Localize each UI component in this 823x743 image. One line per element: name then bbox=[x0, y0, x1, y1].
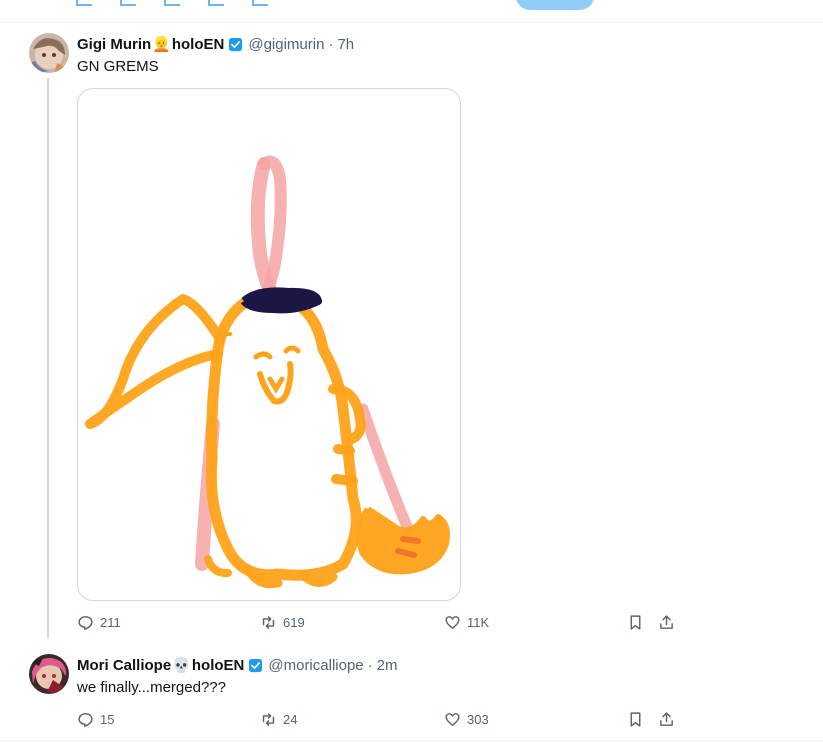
retweet-button[interactable]: 619 bbox=[260, 614, 305, 631]
bookmark-icon bbox=[630, 712, 641, 727]
retweet-icon bbox=[262, 616, 275, 629]
like-count: 11K bbox=[467, 615, 490, 630]
bookmark-button[interactable] bbox=[627, 711, 644, 731]
tweet-actions: 211 619 11K bbox=[77, 614, 677, 634]
tweet-text: we finally...merged??? bbox=[77, 679, 226, 696]
avatar[interactable] bbox=[29, 654, 69, 694]
share-icon bbox=[660, 712, 673, 726]
like-count: 303 bbox=[467, 712, 489, 727]
toolbar-icon[interactable] bbox=[208, 0, 224, 6]
bookmark-button[interactable] bbox=[627, 614, 644, 634]
drawing-illustration bbox=[85, 155, 450, 589]
tweet-header: Gigi Murin 👱 holoEN @gigimurin · 7h bbox=[77, 35, 354, 54]
display-name-suffix[interactable]: holoEN bbox=[172, 36, 225, 53]
previous-tweet-toolbar bbox=[76, 0, 268, 6]
handle[interactable]: @gigimurin bbox=[248, 36, 324, 53]
display-name-suffix[interactable]: holoEN bbox=[192, 657, 245, 674]
verified-badge-icon bbox=[249, 658, 263, 672]
reply-count: 211 bbox=[100, 615, 121, 630]
name-emoji: 💀 bbox=[172, 657, 191, 674]
separator-dot: · bbox=[328, 35, 334, 53]
toolbar-icon[interactable] bbox=[76, 0, 92, 6]
share-button[interactable] bbox=[658, 614, 675, 634]
share-icon bbox=[660, 615, 673, 629]
tweet-text: GN GREMS bbox=[77, 58, 159, 75]
separator-dot: · bbox=[367, 656, 373, 674]
verified-badge-icon bbox=[229, 37, 243, 51]
retweet-count: 24 bbox=[283, 712, 298, 727]
retweet-button[interactable]: 24 bbox=[260, 711, 297, 728]
toolbar-icon[interactable] bbox=[120, 0, 136, 6]
like-button[interactable]: 11K bbox=[444, 614, 489, 631]
reply-icon bbox=[78, 616, 93, 630]
tweet-header: Mori Calliope 💀 holoEN @moricalliope · 2… bbox=[77, 656, 398, 675]
display-name[interactable]: Gigi Murin bbox=[77, 36, 151, 53]
toolbar-icon[interactable] bbox=[252, 0, 268, 6]
tweet-image-drawing[interactable] bbox=[77, 88, 461, 601]
reply-button[interactable]: 211 bbox=[77, 614, 121, 631]
previous-tweet-actions-strip bbox=[0, 0, 823, 23]
reply-button[interactable]: 15 bbox=[77, 711, 114, 728]
retweet-icon bbox=[262, 713, 275, 726]
timestamp[interactable]: 2m bbox=[377, 657, 398, 674]
tweet-actions: 15 24 303 bbox=[77, 711, 677, 731]
timestamp[interactable]: 7h bbox=[337, 36, 354, 53]
reply-submit-button[interactable] bbox=[516, 0, 594, 10]
name-emoji: 👱 bbox=[152, 36, 171, 53]
share-button[interactable] bbox=[658, 711, 675, 731]
reply-count: 15 bbox=[100, 712, 115, 727]
retweet-count: 619 bbox=[283, 615, 305, 630]
like-button[interactable]: 303 bbox=[444, 711, 489, 728]
display-name[interactable]: Mori Calliope bbox=[77, 657, 171, 674]
handle[interactable]: @moricalliope bbox=[268, 657, 363, 674]
avatar[interactable] bbox=[29, 33, 69, 73]
tweet-divider bbox=[0, 740, 823, 741]
thread-connector-line bbox=[47, 78, 49, 638]
bookmark-icon bbox=[630, 615, 641, 630]
heart-icon bbox=[445, 616, 460, 629]
heart-icon bbox=[445, 713, 460, 726]
toolbar-icon[interactable] bbox=[164, 0, 180, 6]
reply-icon bbox=[78, 713, 93, 727]
